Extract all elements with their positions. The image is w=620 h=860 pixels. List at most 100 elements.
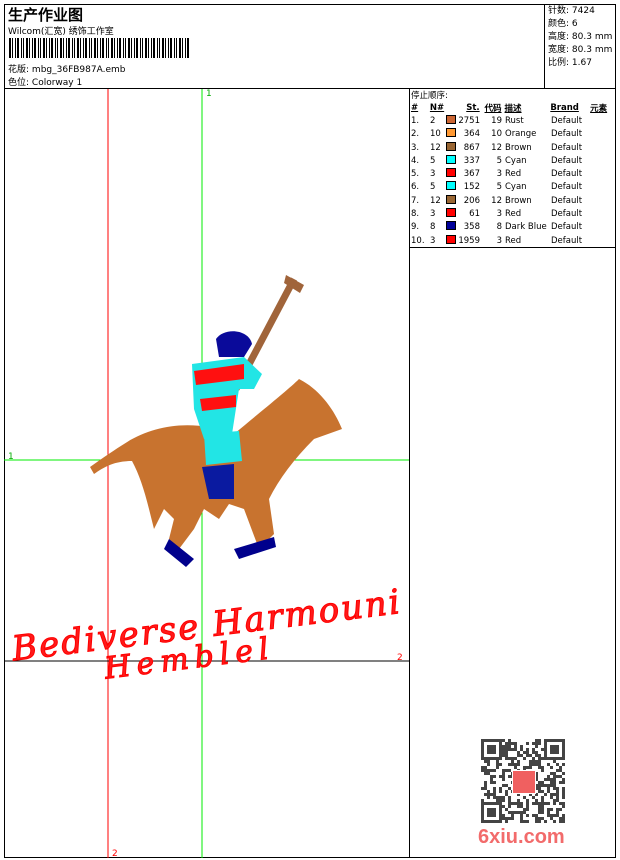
- color-swatch-cell: [446, 181, 458, 193]
- cell-st: 364: [463, 129, 480, 140]
- seal-stamp: [512, 770, 536, 794]
- watermark: 6xiu.com: [478, 826, 565, 848]
- polo-player-embroidery: [90, 275, 342, 567]
- cell-st: 206: [463, 195, 480, 206]
- cell-desc: Cyan: [505, 182, 527, 193]
- cell-st: 61: [469, 209, 480, 220]
- table-row: 3. 12 867 12 Brown Default: [411, 141, 616, 154]
- cell-desc: Orange: [505, 129, 537, 140]
- barcode-bar: [157, 38, 158, 58]
- cell-desc: Cyan: [505, 155, 527, 166]
- info-value: 6: [571, 19, 578, 29]
- barcode-bar: [106, 38, 107, 58]
- cell-code: 3: [496, 209, 502, 220]
- barcode-bar: [179, 38, 181, 58]
- color-swatch-cell: [446, 168, 458, 180]
- barcode-bar: [162, 38, 164, 58]
- horse-leg-wrap: [234, 537, 276, 559]
- colorway-value: Colorway 1: [31, 78, 83, 88]
- barcode-bar: [184, 38, 186, 58]
- colorway: 色位: Colorway 1: [8, 75, 82, 88]
- color-swatch-cell: [446, 194, 458, 207]
- col-header: 描述: [504, 103, 522, 114]
- barcode-bar: [158, 38, 160, 58]
- barcode-bar: [140, 38, 141, 58]
- col-header: #: [411, 102, 419, 113]
- table-row: 2. 10 364 10 Orange Default: [411, 128, 616, 141]
- barcode-bar: [56, 38, 58, 58]
- barcode-bar: [123, 38, 124, 58]
- cell-brand: Default: [551, 169, 583, 180]
- barcode-bar: [80, 38, 81, 58]
- page-title: 生产作业图: [8, 6, 84, 24]
- info-label: 比例:: [548, 58, 570, 68]
- cell-desc: Brown: [505, 195, 532, 206]
- cell-idx: 2.: [411, 129, 420, 140]
- color-swatch: [446, 208, 456, 218]
- barcode-bar: [48, 38, 50, 58]
- divider: [409, 88, 410, 858]
- barcode-bar: [63, 38, 64, 58]
- table-row: 10. 3 1959 3 Red Default: [411, 234, 616, 247]
- color-swatch: [446, 221, 456, 231]
- col-header: Brand: [550, 102, 579, 113]
- barcode-bar: [39, 38, 41, 58]
- barcode-bar: [114, 38, 115, 58]
- embroidered-lettering: Bediverse Harmouni Hemblel: [8, 582, 402, 688]
- table-row: 5. 3 367 3 Red Default: [411, 167, 616, 180]
- barcode-bar: [167, 38, 169, 58]
- barcode-bar: [124, 38, 126, 58]
- barcode-bar: [73, 38, 75, 58]
- barcode-bar: [99, 38, 101, 58]
- color-swatch-cell: [446, 114, 458, 127]
- barcode-bar: [116, 38, 118, 58]
- barcode-bar: [34, 38, 36, 58]
- cell-idx: 5.: [411, 169, 420, 180]
- table-header: # N# St. 代码 描述 Brand 元素: [411, 101, 616, 114]
- cell-code: 10: [491, 129, 502, 140]
- cell-n: 3: [430, 169, 436, 180]
- color-swatch-cell: [446, 154, 458, 167]
- barcode-bar: [133, 38, 135, 58]
- barcode-bar: [165, 38, 166, 58]
- barcode-bar: [111, 38, 113, 58]
- color-swatch: [446, 234, 456, 244]
- color-swatch: [446, 114, 456, 124]
- guide-label: 2: [397, 653, 403, 663]
- cell-n: 2: [430, 115, 436, 126]
- barcode-bar: [107, 38, 109, 58]
- cell-st: 337: [463, 155, 480, 166]
- color-swatch-cell: [446, 141, 458, 154]
- barcode-bar: [85, 38, 87, 58]
- cell-desc: Dark Blue: [505, 222, 547, 233]
- barcode-bar: [90, 38, 92, 58]
- cell-idx: 3.: [411, 142, 420, 153]
- cell-idx: 7.: [411, 195, 420, 206]
- design-info: 针数: 7424 颜色: 6 高度: 80.3 mm 宽度: 80.3 mm 比…: [548, 5, 612, 70]
- barcode-bar: [82, 38, 84, 58]
- color-swatch-cell: [446, 234, 458, 247]
- barcode-bar: [29, 38, 30, 58]
- col-header: St.: [466, 102, 480, 113]
- design-canvas: 1 1 2 2 Bediverse Harmouni Hemblel: [4, 89, 409, 858]
- cell-code: 8: [496, 222, 502, 233]
- cell-n: 5: [430, 182, 436, 193]
- barcode-bar: [31, 38, 33, 58]
- barcode-bar: [141, 38, 143, 58]
- color-swatch: [446, 181, 456, 191]
- color-swatch-cell: [446, 128, 458, 140]
- barcode-bar: [43, 38, 45, 58]
- barcode-bar: [60, 38, 62, 58]
- barcode-bar: [17, 38, 19, 58]
- barcode-bar: [97, 38, 98, 58]
- cell-idx: 4.: [411, 155, 420, 166]
- cell-st: 2751: [458, 115, 480, 126]
- col-header: 代码: [484, 103, 502, 114]
- table-row: 1. 2 2751 19 Rust Default: [411, 114, 616, 127]
- barcode-bar: [175, 38, 177, 58]
- divider: [544, 4, 545, 88]
- info-value: 1.67: [571, 58, 592, 68]
- design-label: 花版:: [8, 65, 30, 75]
- cell-desc: Red: [505, 235, 522, 246]
- table-row: 8. 3 61 3 Red Default: [411, 207, 616, 220]
